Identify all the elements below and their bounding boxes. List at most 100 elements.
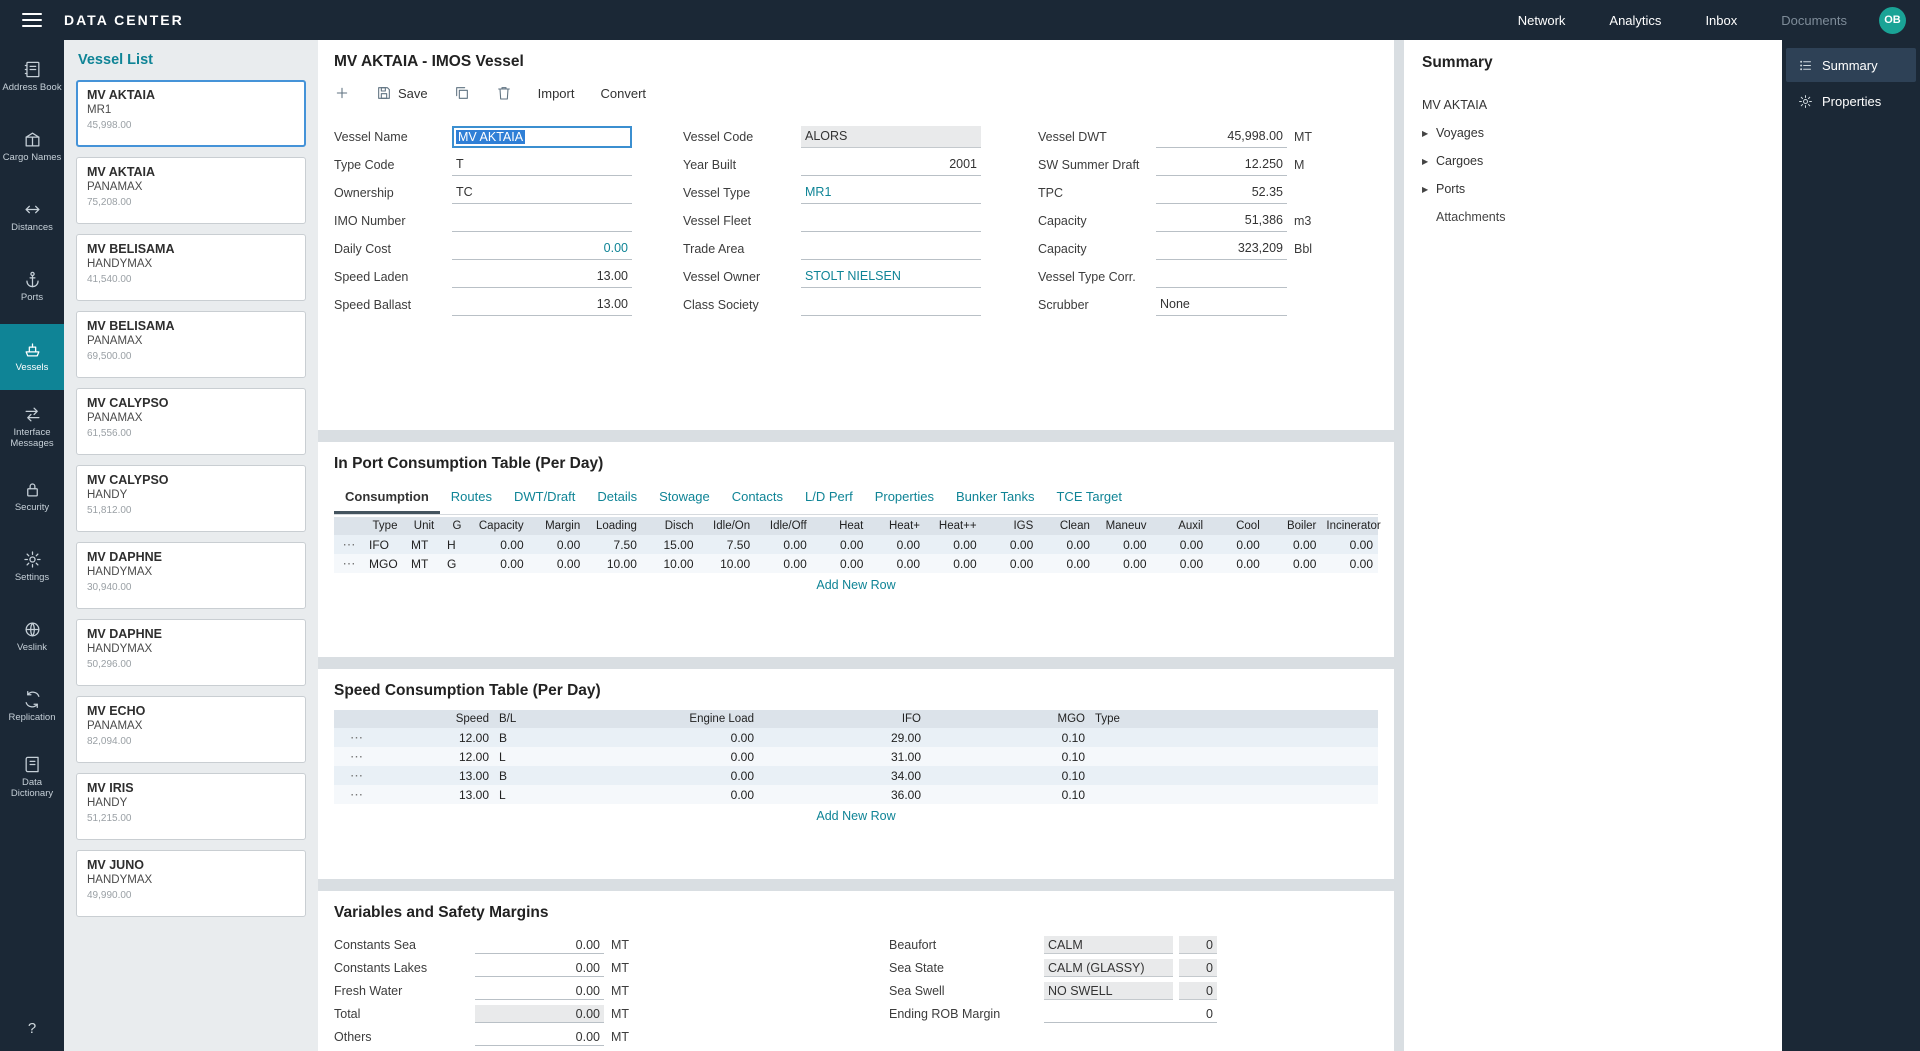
tab-stowage[interactable]: Stowage <box>648 483 721 514</box>
speed-laden-input[interactable]: 13.00 <box>452 266 632 288</box>
type-code-input[interactable]: T <box>452 154 632 176</box>
tab-ld-perf[interactable]: L/D Perf <box>794 483 864 514</box>
capacity-bbl-input[interactable]: 323,209 <box>1156 238 1287 260</box>
sw-summer-draft-input[interactable]: 12.250 <box>1156 154 1287 176</box>
tab-properties[interactable]: Properties <box>864 483 945 514</box>
tab-tce-target[interactable]: TCE Target <box>1045 483 1133 514</box>
rail-item-summary[interactable]: Summary <box>1786 48 1916 82</box>
vessel-type-label: Vessel Type <box>683 186 801 200</box>
ownership-input[interactable]: TC <box>452 182 632 204</box>
vessel-card[interactable]: MV BELISAMA PANAMAX 69,500.00 <box>76 311 306 378</box>
tab-contacts[interactable]: Contacts <box>721 483 794 514</box>
trade-area-input[interactable] <box>801 238 981 260</box>
row-menu-icon[interactable]: ⋯ <box>334 785 379 804</box>
vessel-card[interactable]: MV AKTAIA PANAMAX 75,208.00 <box>76 157 306 224</box>
sidebar-item-address-book[interactable]: Address Book <box>0 44 64 110</box>
delete-button[interactable] <box>496 85 512 101</box>
save-button[interactable]: Save <box>376 85 428 101</box>
class-society-input[interactable] <box>801 294 981 316</box>
sidebar-item-replication[interactable]: Replication <box>0 674 64 740</box>
year-built-input[interactable]: 2001 <box>801 154 981 176</box>
scrubber-select[interactable]: None <box>1156 294 1287 316</box>
vessel-card[interactable]: MV JUNO HANDYMAX 49,990.00 <box>76 850 306 917</box>
vessel-card[interactable]: MV ECHO PANAMAX 82,094.00 <box>76 696 306 763</box>
capacity-m3-input[interactable]: 51,386 <box>1156 210 1287 232</box>
row-menu-icon[interactable]: ⋯ <box>334 535 364 554</box>
sidebar-item-security[interactable]: Security <box>0 464 64 530</box>
hamburger-menu-icon[interactable] <box>0 9 64 31</box>
in-port-add-new-row[interactable]: Add New Row <box>334 573 1378 592</box>
vessel-name-input[interactable]: MV AKTAIA <box>452 126 632 148</box>
attachments-link[interactable]: Attachments <box>1436 210 1764 224</box>
sea-swell-select[interactable]: NO SWELL <box>1044 982 1173 1000</box>
constants-sea-unit: MT <box>611 938 629 952</box>
constants-lakes-input[interactable]: 0.00 <box>475 959 604 977</box>
nav-network[interactable]: Network <box>1496 13 1588 28</box>
nav-documents[interactable]: Documents <box>1759 13 1869 28</box>
vessel-card[interactable]: MV CALYPSO HANDY 51,812.00 <box>76 465 306 532</box>
sidebar-item-veslink[interactable]: Veslink <box>0 604 64 670</box>
row-menu-icon[interactable]: ⋯ <box>334 728 379 747</box>
tree-item-voyages[interactable]: ▶ Voyages <box>1422 126 1764 140</box>
sea-state-value[interactable]: 0 <box>1179 959 1217 977</box>
row-menu-icon[interactable]: ⋯ <box>334 554 364 573</box>
tab-bunker-tanks[interactable]: Bunker Tanks <box>945 483 1046 514</box>
ending-rob-margin-input[interactable]: 0 <box>1044 1005 1217 1023</box>
rail-item-properties[interactable]: Properties <box>1786 84 1916 118</box>
sidebar-item-data-dictionary[interactable]: Data Dictionary <box>0 744 64 810</box>
sidebar-item-settings[interactable]: Settings <box>0 534 64 600</box>
tab-routes[interactable]: Routes <box>440 483 503 514</box>
vessel-dwt-input[interactable]: 45,998.00 <box>1156 126 1287 148</box>
year-built-label: Year Built <box>683 158 801 172</box>
nav-analytics[interactable]: Analytics <box>1587 13 1683 28</box>
vessel-fleet-input[interactable] <box>801 210 981 232</box>
vessel-type-input[interactable]: MR1 <box>801 182 981 204</box>
vessel-owner-input[interactable]: STOLT NIELSEN <box>801 266 981 288</box>
chevron-right-icon: ▶ <box>1422 157 1436 166</box>
vessel-name: MV DAPHNE <box>87 550 295 564</box>
vessel-card[interactable]: MV DAPHNE HANDYMAX 30,940.00 <box>76 542 306 609</box>
sidebar-item-vessels[interactable]: Vessels <box>0 324 64 390</box>
sidebar-item-cargo-names[interactable]: Cargo Names <box>0 114 64 180</box>
constants-sea-input[interactable]: 0.00 <box>475 936 604 954</box>
speed-add-new-row[interactable]: Add New Row <box>334 804 1378 823</box>
sidebar-item-distances[interactable]: Distances <box>0 184 64 250</box>
vessel-card[interactable]: MV CALYPSO PANAMAX 61,556.00 <box>76 388 306 455</box>
tpc-input[interactable]: 52.35 <box>1156 182 1287 204</box>
vessel-dwt: 41,540.00 <box>87 274 295 285</box>
vessel-type-corr-input[interactable] <box>1156 266 1287 288</box>
sidebar-item-interface-messages[interactable]: Interface Messages <box>0 394 64 460</box>
tree-item-ports[interactable]: ▶ Ports <box>1422 182 1764 196</box>
others-input[interactable]: 0.00 <box>475 1028 604 1046</box>
user-avatar[interactable]: OB <box>1879 7 1906 34</box>
vessel-card[interactable]: MV DAPHNE HANDYMAX 50,296.00 <box>76 619 306 686</box>
tab-details[interactable]: Details <box>586 483 648 514</box>
vessel-card[interactable]: MV AKTAIA MR1 45,998.00 <box>76 80 306 147</box>
row-menu-icon[interactable]: ⋯ <box>334 766 379 785</box>
beaufort-value[interactable]: 0 <box>1179 936 1217 954</box>
sidebar-item-ports[interactable]: Ports <box>0 254 64 320</box>
vessel-card[interactable]: MV IRIS HANDY 51,215.00 <box>76 773 306 840</box>
nav-inbox[interactable]: Inbox <box>1683 13 1759 28</box>
add-button[interactable] <box>334 85 350 101</box>
fresh-water-input[interactable]: 0.00 <box>475 982 604 1000</box>
tab-dwt-draft[interactable]: DWT/Draft <box>503 483 586 514</box>
vessel-card[interactable]: MV BELISAMA HANDYMAX 41,540.00 <box>76 234 306 301</box>
vessel-dwt: 75,208.00 <box>87 197 295 208</box>
beaufort-select[interactable]: CALM <box>1044 936 1173 954</box>
daily-cost-input[interactable]: 0.00 <box>452 238 632 260</box>
copy-button[interactable] <box>454 85 470 101</box>
save-icon <box>376 85 392 101</box>
imo-number-input[interactable] <box>452 210 632 232</box>
speed-ballast-input[interactable]: 13.00 <box>452 294 632 316</box>
convert-button[interactable]: Convert <box>600 86 646 101</box>
tree-item-cargoes[interactable]: ▶ Cargoes <box>1422 154 1764 168</box>
import-button[interactable]: Import <box>538 86 575 101</box>
sea-swell-value[interactable]: 0 <box>1179 982 1217 1000</box>
tab-consumption[interactable]: Consumption <box>334 483 440 514</box>
sea-state-select[interactable]: CALM (GLASSY) <box>1044 959 1173 977</box>
summary-list-icon <box>1798 58 1813 73</box>
address-book-icon <box>23 60 42 79</box>
help-icon[interactable]: ? <box>0 1020 64 1051</box>
row-menu-icon[interactable]: ⋯ <box>334 747 379 766</box>
